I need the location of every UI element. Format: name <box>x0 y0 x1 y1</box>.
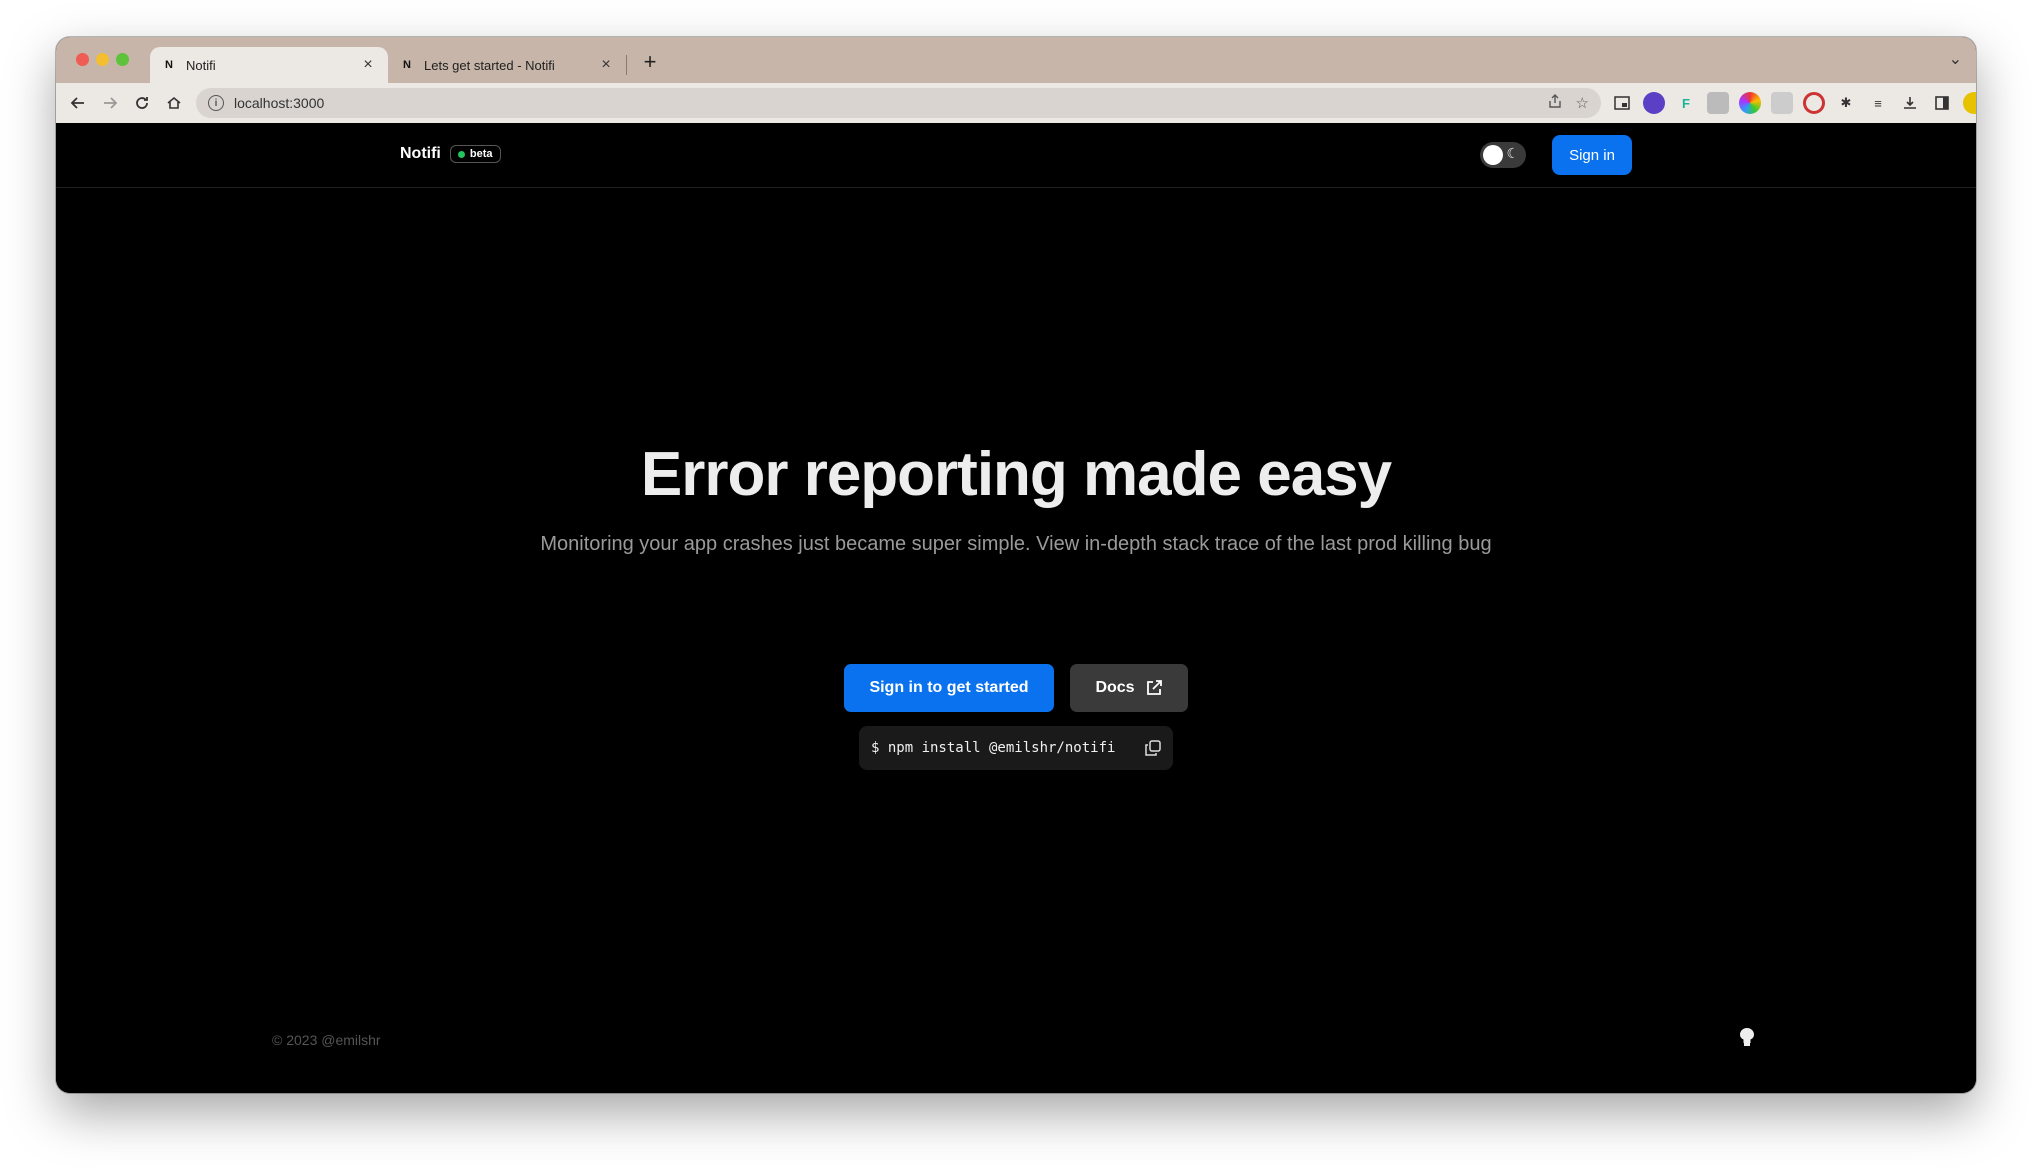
notifi-favicon-icon: N <box>165 59 173 71</box>
site-header: Notifi beta ☾ Sign in <box>56 123 1976 188</box>
minimize-window-button[interactable] <box>96 53 109 66</box>
extension-ring-icon[interactable] <box>1803 92 1825 114</box>
forward-icon[interactable] <box>94 87 126 119</box>
home-icon[interactable] <box>158 87 190 119</box>
extensions-row: F ✱ ≡ ⋮ <box>1611 88 1976 118</box>
install-command-box: $ npm install @emilshr/notifi <box>859 726 1173 770</box>
extension-teal-icon[interactable]: F <box>1675 92 1697 114</box>
browser-window: N Notifi × N Lets get started - Notifi ×… <box>56 37 1976 1093</box>
copy-icon[interactable] <box>1145 740 1161 756</box>
theme-toggle[interactable]: ☾ <box>1480 142 1526 168</box>
external-link-icon <box>1145 679 1163 697</box>
maximize-window-button[interactable] <box>116 53 129 66</box>
address-bar[interactable]: i localhost:3000 ☆ <box>196 88 1601 118</box>
status-dot-icon <box>457 150 465 158</box>
hero-subtitle: Monitoring your app crashes just became … <box>540 533 1492 555</box>
reload-icon[interactable] <box>126 87 158 119</box>
close-tab-icon[interactable]: × <box>598 56 614 74</box>
tab-lets-get-started[interactable]: N Lets get started - Notifi × <box>388 47 626 83</box>
beta-label: beta <box>469 148 493 160</box>
reading-list-icon[interactable]: ≡ <box>1867 92 1889 114</box>
sign-in-button[interactable]: Sign in <box>1552 135 1632 175</box>
moon-icon: ☾ <box>1506 145 1519 161</box>
install-command: $ npm install @emilshr/notifi <box>871 740 1116 756</box>
beta-badge: beta <box>449 145 501 163</box>
picture-in-picture-icon[interactable] <box>1611 92 1633 114</box>
browser-toolbar: i localhost:3000 ☆ F ✱ ≡ <box>56 83 1976 123</box>
bookmark-star-icon[interactable]: ☆ <box>1576 94 1589 112</box>
hero-title: Error reporting made easy <box>640 440 1392 509</box>
url-text[interactable]: localhost:3000 <box>234 95 1534 111</box>
tab-divider <box>626 55 627 75</box>
cta-row: Sign in to get started Docs <box>844 664 1188 712</box>
tab-title: Notifi <box>186 57 216 73</box>
back-icon[interactable] <box>62 87 94 119</box>
toggle-knob <box>1483 145 1503 165</box>
profile-avatar-icon[interactable] <box>1963 92 1976 114</box>
page-content: Notifi beta ☾ Sign in Error reporting ma… <box>56 123 1976 1093</box>
extension-color-wheel-icon[interactable] <box>1739 92 1761 114</box>
puzzle-extensions-icon[interactable]: ✱ <box>1835 92 1857 114</box>
footer-copyright: © 2023 @emilshr <box>272 1032 381 1048</box>
tab-list-chevron-icon[interactable]: ⌄ <box>1949 49 1962 69</box>
docs-label: Docs <box>1095 679 1135 696</box>
docs-button[interactable]: Docs <box>1070 664 1188 712</box>
extension-purple-icon[interactable] <box>1643 92 1665 114</box>
github-icon[interactable] <box>1738 1027 1756 1052</box>
share-icon[interactable] <box>1548 94 1562 112</box>
tab-title: Lets get started - Notifi <box>424 57 555 73</box>
sidebar-icon[interactable] <box>1931 92 1953 114</box>
sign-in-to-get-started-button[interactable]: Sign in to get started <box>844 664 1054 712</box>
notifi-favicon-icon: N <box>403 59 411 71</box>
tab-strip: N Notifi × N Lets get started - Notifi ×… <box>56 37 1976 83</box>
new-tab-button[interactable]: + <box>636 49 664 75</box>
extension-camera-icon[interactable] <box>1771 92 1793 114</box>
tab-notifi[interactable]: N Notifi × <box>150 47 388 83</box>
brand[interactable]: Notifi beta <box>400 145 501 163</box>
extension-gray-icon[interactable] <box>1707 92 1729 114</box>
brand-name[interactable]: Notifi <box>400 145 441 163</box>
close-tab-icon[interactable]: × <box>360 56 376 74</box>
download-icon[interactable] <box>1899 92 1921 114</box>
close-window-button[interactable] <box>76 53 89 66</box>
info-icon[interactable]: i <box>208 95 224 111</box>
